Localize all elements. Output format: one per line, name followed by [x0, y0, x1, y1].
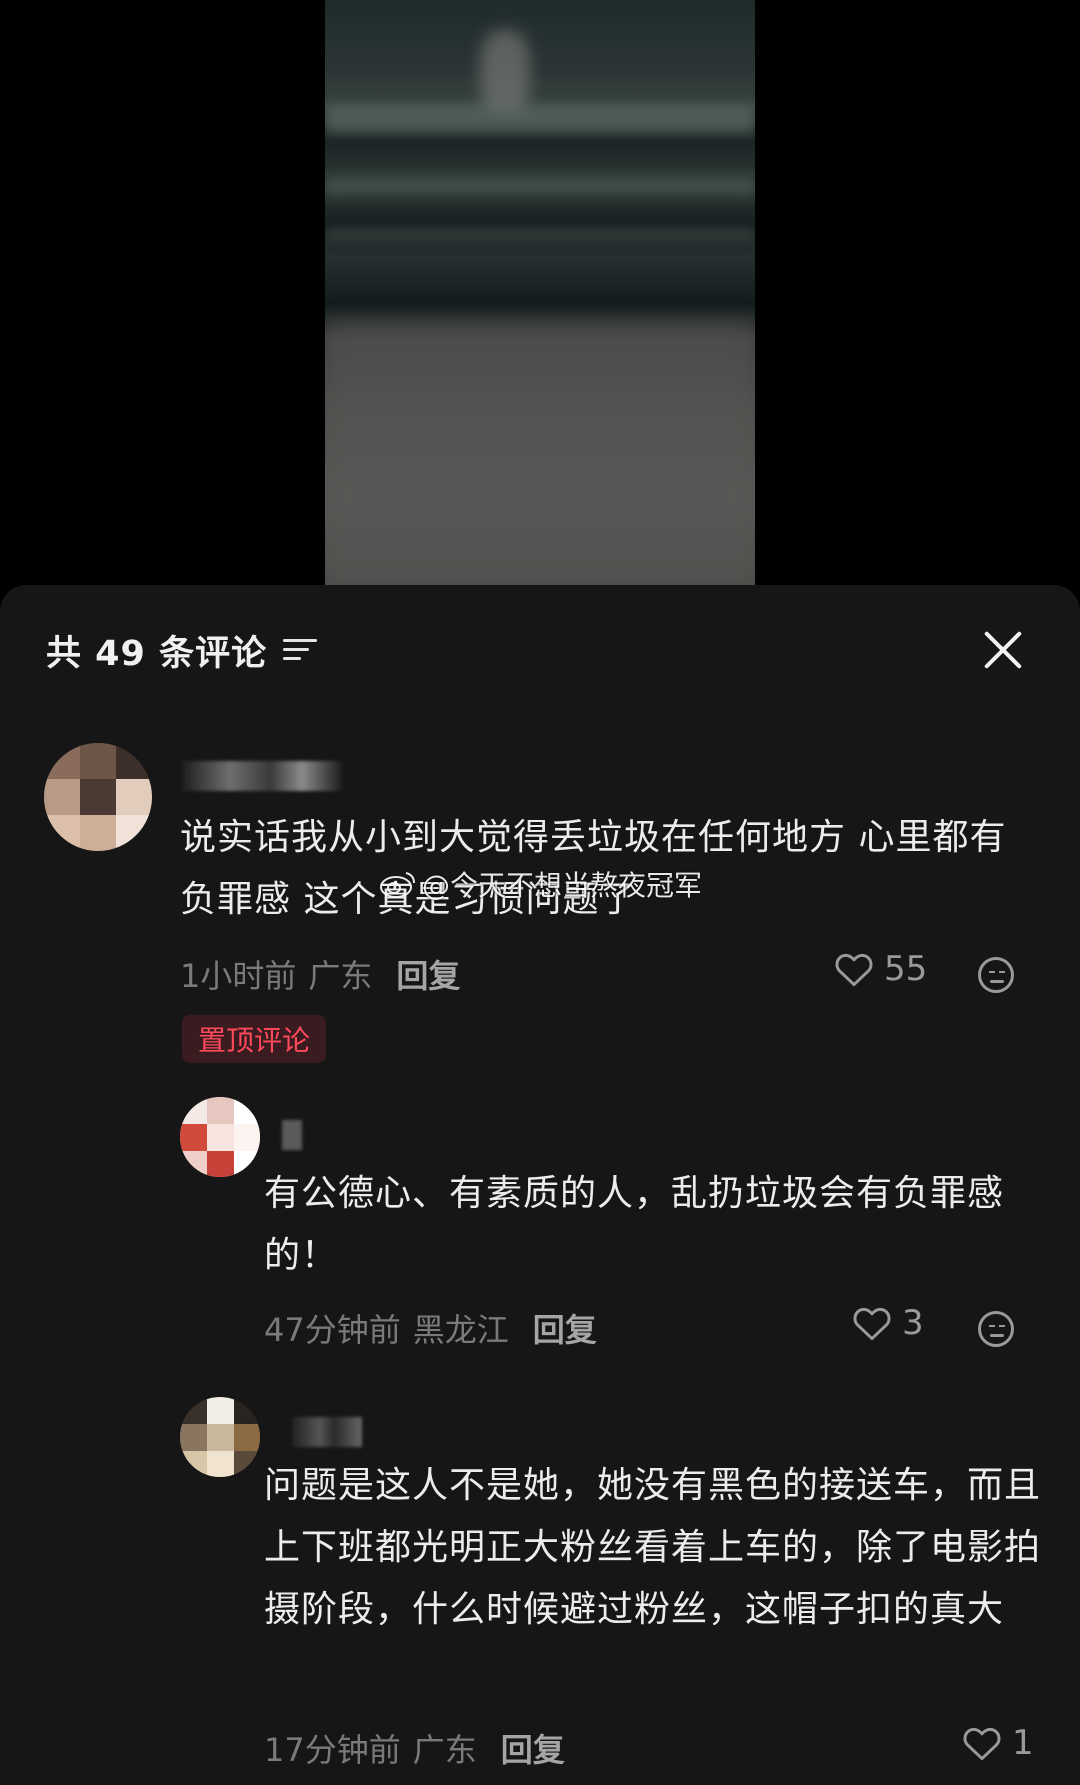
comment-text: 问题是这人不是她，她没有黑色的接送车，而且上下班都光明正大粉丝看着上车的，除了电…: [264, 1465, 1042, 1630]
like-button[interactable]: 3: [852, 1303, 924, 1343]
heart-icon: [835, 953, 873, 987]
video-blur-band: [325, 228, 755, 242]
like-count: 55: [884, 949, 928, 989]
like-button[interactable]: 1: [962, 1723, 1034, 1763]
avatar[interactable]: [180, 1397, 260, 1477]
avatar[interactable]: [180, 1097, 260, 1177]
dislike-icon[interactable]: [978, 957, 1014, 993]
pinned-badge: 置顶评论: [182, 1015, 327, 1063]
username[interactable]: [182, 761, 342, 791]
video-ground: [325, 320, 755, 585]
video-figure: [480, 30, 530, 110]
comment-meta: 17分钟前 广东 回复: [264, 1725, 565, 1771]
username[interactable]: [282, 1120, 302, 1150]
weibo-icon: [380, 872, 415, 898]
comment-count-title: 共 49 条评论: [46, 633, 268, 674]
close-icon[interactable]: [982, 629, 1024, 671]
heart-icon: [853, 1307, 891, 1341]
heart-icon: [963, 1727, 1001, 1761]
video-blur-band: [325, 105, 755, 133]
video-blur-band: [325, 175, 755, 195]
comment-time: 17分钟前: [264, 1731, 401, 1769]
username[interactable]: [292, 1417, 362, 1447]
comments-header: 共 49 条评论: [46, 625, 318, 675]
avatar[interactable]: [44, 743, 152, 851]
comment-location: 黑龙江: [412, 1311, 509, 1349]
like-button[interactable]: 55: [834, 949, 927, 989]
comment-meta: 1小时前 广东 回复: [180, 951, 460, 997]
comment-text: 有公德心、有素质的人，乱扔垃圾会有负罪感的！: [264, 1173, 1005, 1276]
video-frame[interactable]: [325, 0, 755, 585]
filter-icon[interactable]: [283, 635, 318, 665]
watermark-text: @今天不想当熬夜冠军: [422, 869, 703, 902]
like-count: 3: [902, 1303, 924, 1343]
reply-button[interactable]: 回复: [396, 951, 460, 997]
comment-time: 47分钟前: [264, 1311, 401, 1349]
reply-button[interactable]: 回复: [501, 1725, 565, 1771]
video-area[interactable]: [0, 0, 1080, 600]
comment-location: 广东: [412, 1731, 477, 1769]
weibo-watermark: @今天不想当熬夜冠军: [378, 864, 702, 904]
reply-button[interactable]: 回复: [533, 1305, 597, 1351]
dislike-icon[interactable]: [978, 1311, 1014, 1347]
comment-time: 1小时前: [180, 957, 297, 995]
comment-location: 广东: [308, 957, 373, 995]
comment-meta: 47分钟前 黑龙江 回复: [264, 1305, 597, 1351]
comments-sheet: 共 49 条评论 说实话我从小到大觉得丢垃圾在任何地方 心里都有负罪感 这个真是…: [0, 585, 1080, 1785]
like-count: 1: [1012, 1723, 1034, 1763]
